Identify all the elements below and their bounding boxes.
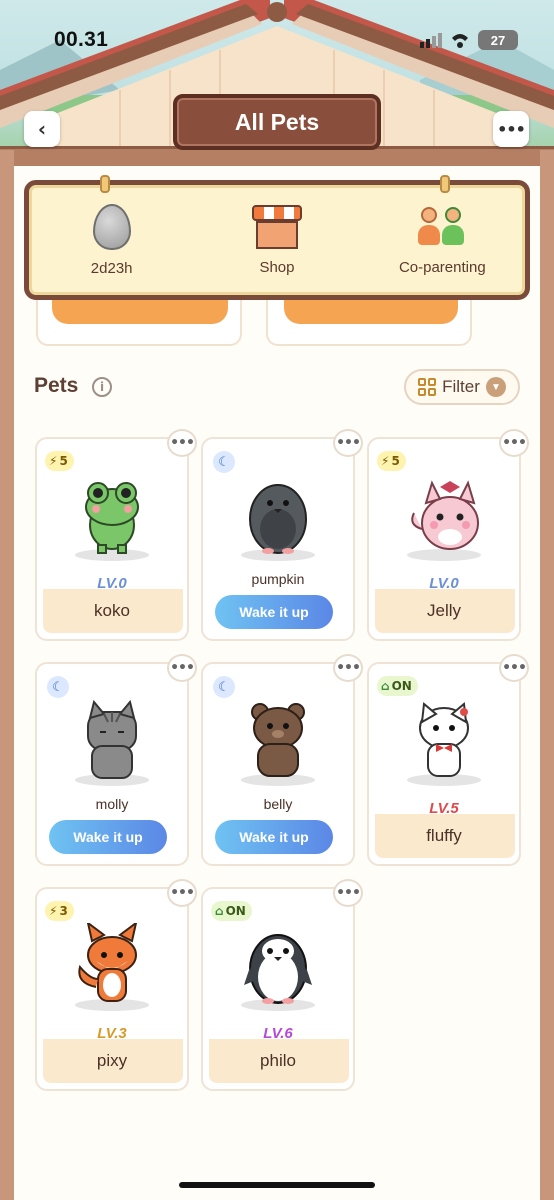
pet-card-molly[interactable]: ••• ☾ molly Wake it up — [35, 654, 197, 866]
shop-shortcut[interactable]: Shop — [202, 204, 352, 276]
shop-icon — [251, 204, 302, 249]
bear-icon — [251, 703, 305, 777]
hidden-action-card-right — [266, 296, 472, 346]
partially-hidden-actions — [36, 296, 516, 346]
back-button[interactable]: ‹ — [24, 111, 60, 147]
pet-name: pixy — [96, 1051, 128, 1070]
energy-badge: ⚡ 5 — [45, 451, 74, 471]
wake-up-button[interactable]: Wake it up — [215, 820, 333, 854]
pets-section-title: Pets — [34, 374, 79, 397]
sleep-moon-icon: ☾ — [47, 676, 69, 698]
grid-icon — [418, 378, 437, 396]
co-parenting-icon — [418, 205, 466, 249]
pet-level: LV.0 — [429, 575, 459, 592]
pink-cat-icon — [411, 480, 479, 550]
hidden-action-card-left — [36, 296, 242, 346]
energy-badge: ⚡ 3 — [45, 901, 74, 921]
penguin-icon — [249, 484, 307, 554]
pet-more-button[interactable]: ••• — [499, 654, 529, 682]
penguin-icon — [244, 934, 312, 1004]
pet-card-pumpkin[interactable]: ••• ☾ pumpkin Wake it up — [201, 429, 363, 641]
lightning-icon: ⚡ — [49, 454, 58, 468]
wake-up-button[interactable]: Wake it up — [49, 820, 167, 854]
fox-icon — [78, 923, 138, 1002]
co-parenting-label: Co-parenting — [398, 258, 486, 276]
pet-card-pixy[interactable]: ••• ⚡ 3 LV.3 pixy — [35, 879, 197, 1091]
pet-card-fluffy[interactable]: ••• ⌂ ON LV.5 fluffy — [367, 654, 529, 866]
sleep-moon-icon: ☾ — [213, 451, 235, 473]
energy-badge: ⚡ 5 — [377, 451, 406, 471]
grey-cat-icon — [87, 699, 137, 779]
wake-up-button[interactable]: Wake it up — [215, 595, 333, 629]
more-dots-icon: ••• — [497, 119, 526, 139]
pet-card-jelly[interactable]: ••• ⚡ 5 LV.0 Jelly — [367, 429, 529, 641]
lightning-icon: ⚡ — [381, 454, 390, 468]
pet-more-button[interactable]: ••• — [167, 879, 197, 907]
pet-more-button[interactable]: ••• — [333, 654, 363, 682]
home-status-badge: ⌂ ON — [211, 901, 252, 921]
filter-button[interactable]: Filter ▼ — [404, 369, 520, 405]
info-icon[interactable]: i — [92, 377, 112, 397]
pet-more-button[interactable]: ••• — [167, 429, 197, 457]
pet-name: Jelly — [426, 601, 461, 620]
lightning-icon: ⚡ — [49, 904, 58, 918]
pet-more-button[interactable]: ••• — [333, 879, 363, 907]
house-icon: ⌂ — [215, 904, 224, 918]
status-time: 00.31 — [54, 28, 109, 51]
home-indicator[interactable] — [179, 1182, 375, 1188]
pet-more-button[interactable]: ••• — [333, 429, 363, 457]
pet-more-button[interactable]: ••• — [167, 654, 197, 682]
hidden-action-button-right[interactable] — [284, 298, 458, 324]
egg-shortcut[interactable]: 2d23h — [37, 203, 187, 277]
co-parenting-shortcut[interactable]: Co-parenting — [367, 205, 517, 276]
pet-level: LV.0 — [97, 575, 127, 592]
signal-icon — [420, 33, 442, 48]
pet-name: pumpkin — [251, 571, 305, 587]
pet-level: LV.5 — [429, 800, 459, 817]
pet-card-koko[interactable]: ••• ⚡ 5 LV.0 koko — [35, 429, 197, 641]
pet-name: belly — [263, 796, 293, 812]
left-wall — [0, 150, 14, 1200]
wifi-icon — [452, 34, 468, 48]
sleep-moon-icon: ☾ — [213, 676, 235, 698]
hidden-action-button-left[interactable] — [52, 298, 228, 324]
pet-name: fluffy — [426, 826, 462, 845]
frog-icon — [85, 482, 139, 554]
sign-peg — [100, 175, 110, 193]
battery-indicator: 27 — [478, 30, 518, 50]
chevron-left-icon: ‹ — [37, 117, 47, 141]
pet-level: LV.6 — [263, 1025, 293, 1042]
pet-card-philo[interactable]: ••• ⌂ ON LV.6 philo — [201, 879, 363, 1091]
chevron-down-icon: ▼ — [485, 377, 506, 397]
home-status-badge: ⌂ ON — [377, 676, 418, 696]
shortcut-bar: 2d23h Shop Co-parenting — [24, 180, 530, 300]
house-icon: ⌂ — [381, 679, 390, 693]
egg-icon — [92, 203, 131, 250]
right-wall — [540, 150, 554, 1200]
sign-peg — [440, 175, 450, 193]
pet-name: philo — [260, 1051, 296, 1070]
status-icons: 27 — [420, 30, 518, 50]
pet-more-button[interactable]: ••• — [499, 429, 529, 457]
pet-level: LV.3 — [97, 1025, 127, 1042]
filter-label: Filter — [442, 377, 480, 396]
page-title: All Pets — [173, 94, 381, 150]
more-options-button[interactable]: ••• — [493, 111, 529, 147]
shop-label: Shop — [259, 258, 295, 276]
egg-timer-label: 2d23h — [90, 259, 133, 277]
white-cat-icon — [419, 702, 469, 777]
pet-card-belly[interactable]: ••• ☾ belly Wake it up — [201, 654, 363, 866]
pet-name: molly — [95, 796, 129, 812]
pet-name: koko — [94, 601, 130, 620]
